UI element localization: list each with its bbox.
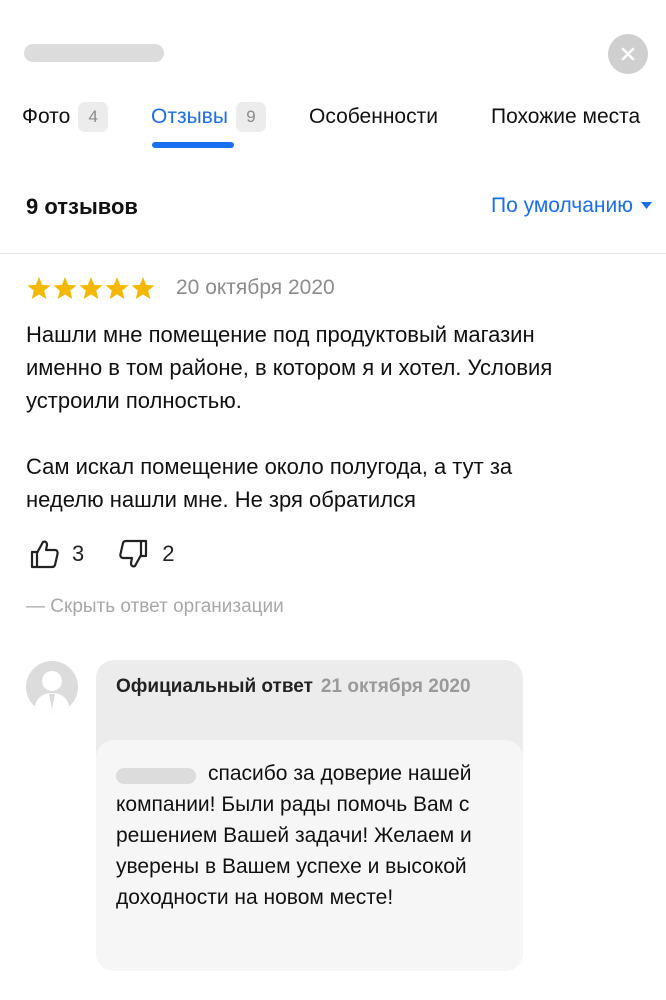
official-answer-header: Официальный ответ 21 октября 2020	[116, 674, 496, 700]
dislike-count: 2	[162, 541, 175, 566]
tab-features[interactable]: Особенности	[309, 100, 438, 134]
official-answer: Официальный ответ 21 октября 2020 спасибо…	[96, 660, 523, 971]
star-icon	[27, 277, 51, 299]
star-icon	[79, 277, 103, 299]
caret-down-icon	[641, 202, 652, 209]
reviews-count: 9 отзывов	[26, 194, 138, 219]
divider	[0, 253, 666, 254]
user-avatar-icon	[34, 671, 70, 713]
tab-photo-count: 4	[78, 102, 109, 132]
tab-reviews-label: Отзывы	[151, 105, 228, 128]
organization-avatar	[26, 661, 78, 713]
tab-reviews-count: 9	[235, 102, 266, 132]
tab-similar-places-label: Похожие места	[491, 105, 641, 128]
review-reactions: 3 2	[28, 538, 209, 570]
like-count: 3	[72, 541, 85, 566]
review-date: 20 октября 2020	[176, 276, 335, 299]
star-icon	[105, 277, 129, 299]
sort-label: По умолчанию	[490, 194, 633, 217]
tab-photo-label: Фото	[22, 105, 71, 128]
rating-stars	[26, 276, 156, 300]
close-button[interactable]	[608, 34, 648, 74]
tab-reviews[interactable]: Отзывы 9	[151, 100, 266, 134]
review-text: Нашли мне помещение под продуктовый мага…	[26, 322, 553, 512]
thumbs-up-icon	[30, 540, 59, 569]
like-button[interactable]: 3	[28, 538, 84, 570]
star-icon	[53, 277, 77, 299]
official-answer-text: спасибо за доверие нашей компании! Были …	[116, 762, 472, 909]
official-answer-title: Официальный ответ	[116, 676, 313, 697]
tab-photo[interactable]: Фото 4	[22, 100, 109, 134]
star-icon	[131, 277, 155, 299]
sort-dropdown[interactable]: По умолчанию	[491, 194, 652, 218]
thumbs-down-icon	[119, 539, 148, 568]
official-answer-body: спасибо за доверие нашей компании! Были …	[96, 740, 523, 971]
tab-similar-places[interactable]: Похожие места	[491, 100, 640, 134]
title-placeholder	[24, 44, 164, 62]
active-tab-indicator	[152, 142, 234, 148]
tab-bar: Фото 4 Отзывы 9 Особенности Похожие мест…	[0, 100, 666, 150]
dislike-button[interactable]: 2	[118, 538, 175, 570]
tab-features-label: Особенности	[309, 105, 438, 128]
official-answer-date: 21 октября 2020	[320, 676, 471, 697]
hide-answer-link[interactable]: — Скрыть ответ организации	[26, 596, 284, 618]
close-icon	[621, 47, 635, 61]
